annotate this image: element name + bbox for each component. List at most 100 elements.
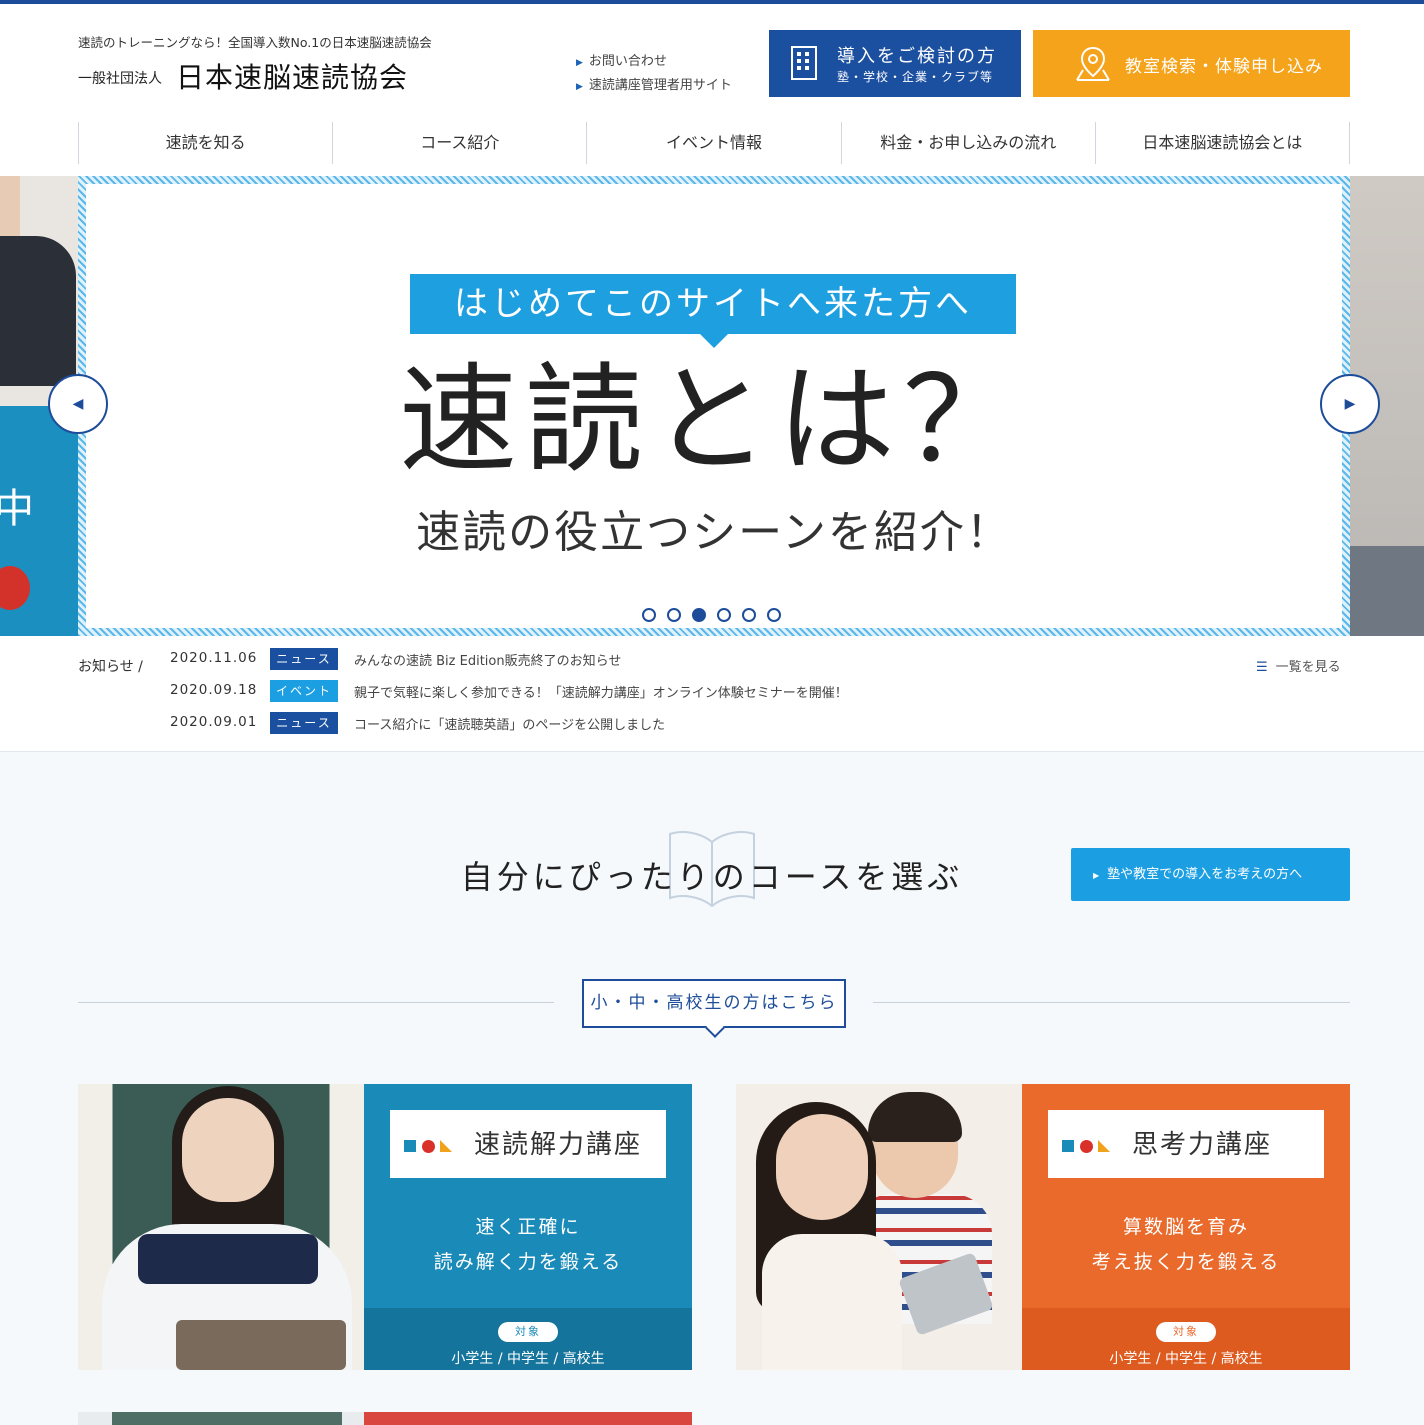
next-slide-chair — [1350, 546, 1424, 636]
student-photo — [78, 1084, 364, 1370]
course-desc-line: 読み解く力を鍛える — [433, 1251, 623, 1273]
slider-dot[interactable] — [642, 608, 656, 622]
hero-title: 速読とは？ — [398, 351, 1029, 489]
intro-button-subtitle: 塾・学校・企業・クラブ等 — [837, 70, 994, 84]
course-name-label: 速読解力講座 — [390, 1110, 666, 1178]
admin-site-link-label: 速読講座管理者用サイト — [588, 78, 732, 93]
nav-item-about-association[interactable]: 日本速脳速読協会とは — [1094, 122, 1351, 164]
site-tagline: 速読のトレーニングなら！全国導入数No.1の日本速脳速読協会 — [78, 35, 432, 50]
course-desc-line: 算数脳を育み — [1122, 1216, 1249, 1238]
news-date: 2020.09.18 — [170, 682, 258, 698]
course-target: 小学生 / 中学生 / 高校生 — [1109, 1351, 1263, 1367]
children-photo — [736, 1084, 1022, 1370]
news-category-badge: イベント — [270, 680, 338, 702]
divider-line — [873, 1002, 1350, 1003]
course-card-reading[interactable]: 速読解力講座 速く正確に 読み解く力を鍛える 対象 小学生 / 中学生 / 高校… — [78, 1084, 692, 1370]
slider-dot[interactable] — [742, 608, 756, 622]
course-target: 小学生 / 中学生 / 高校生 — [451, 1351, 605, 1367]
classroom-search-label: 教室検索・体験申し込み — [1125, 57, 1323, 77]
school-introduction-button[interactable]: ▶ 塾や教室での導入をお考えの方へ — [1071, 848, 1350, 901]
triangle-right-icon: ▶ — [576, 58, 583, 68]
arrow-left-icon: ◀ — [72, 396, 84, 412]
hero-slide-inner: はじめてこのサイトへ来た方へ 速読とは？ 速読の役立つシーンを紹介！ — [86, 184, 1342, 628]
site-header: 速読のトレーニングなら！全国導入数No.1の日本速脳速読協会 一般社団法人 日本… — [0, 4, 1424, 176]
nav-item-pricing[interactable]: 料金・お申し込みの流れ — [840, 122, 1095, 164]
triangle-right-icon: ▶ — [1093, 871, 1100, 880]
classroom-search-button[interactable]: 教室検索・体験申し込み — [1033, 30, 1350, 97]
circle-mark — [1080, 1140, 1093, 1153]
map-pin-icon — [1076, 46, 1110, 81]
slider-next-button[interactable]: ▶ — [1320, 374, 1380, 434]
school-introduction-label: 塾や教室での導入をお考えの方へ — [1107, 867, 1303, 882]
photo-girl-face — [776, 1114, 868, 1220]
course-target-area: 対象 小学生 / 中学生 / 高校生 — [364, 1308, 692, 1370]
list-icon: ☰ — [1256, 660, 1268, 675]
admin-site-link[interactable]: ▶ 速読講座管理者用サイト — [576, 74, 732, 98]
prev-slide-suit — [0, 236, 76, 386]
slider-dot-active[interactable] — [692, 608, 706, 622]
nav-item-events[interactable]: イベント情報 — [586, 122, 840, 164]
contact-link[interactable]: ▶ お問い合わせ — [576, 50, 732, 74]
prev-slide-kanji: 中 — [0, 486, 34, 532]
news-view-all-label: 一覧を見る — [1275, 660, 1341, 675]
course-description: 速く正確に 読み解く力を鍛える — [364, 1210, 692, 1280]
course-card-info: 速読解力講座 速く正確に 読み解く力を鍛える 対象 小学生 / 中学生 / 高校… — [364, 1084, 692, 1370]
course-description: 算数脳を育み 考え抜く力を鍛える — [1022, 1210, 1350, 1280]
course-card-info: 思考力講座 算数脳を育み 考え抜く力を鍛える 対象 小学生 / 中学生 / 高校… — [1022, 1084, 1350, 1370]
news-title[interactable]: コース紹介に「速読聴英語」のページを公開しました — [354, 714, 665, 733]
target-label-pill: 対象 — [1156, 1322, 1216, 1342]
news-date: 2020.09.01 — [170, 714, 258, 730]
triangle-right-icon: ▶ — [576, 82, 583, 92]
logo-org-type[interactable]: 一般社団法人 — [78, 68, 162, 88]
course-desc-line: 考え抜く力を鍛える — [1091, 1251, 1281, 1273]
photo-collar — [138, 1234, 318, 1284]
student-target-heading: 小・中・高校生の方はこちら — [582, 979, 846, 1028]
intro-button-title: 導入をご検討の方 — [837, 46, 997, 67]
photo-girl-shirt — [762, 1234, 902, 1370]
next-card-photo-peek-inner — [112, 1412, 342, 1425]
photo-boy-hair — [868, 1092, 962, 1142]
target-label-pill: 対象 — [498, 1322, 558, 1342]
slider-pagination — [642, 608, 781, 622]
news-label: お知らせ / — [78, 659, 143, 675]
hero-subtitle: 速読の役立つシーンを紹介！ — [416, 507, 1012, 558]
arrow-right-icon: ▶ — [1344, 396, 1356, 412]
photo-face — [182, 1098, 274, 1202]
news-category-badge: ニュース — [270, 648, 338, 670]
contact-link-label: お問い合わせ — [588, 54, 667, 69]
photo-tablet — [176, 1320, 346, 1370]
news-view-all-link[interactable]: ☰ 一覧を見る — [1256, 656, 1341, 675]
hero-slider: 中 はじめてこのサイトへ来た方へ 速読とは？ 速読の役立つシーンを紹介！ ◀ ▶ — [0, 176, 1424, 636]
intro-consideration-button[interactable]: 導入をご検討の方 塾・学校・企業・クラブ等 — [769, 30, 1021, 97]
course-card-thinking[interactable]: 思考力講座 算数脳を育み 考え抜く力を鍛える 対象 小学生 / 中学生 / 高校… — [736, 1084, 1350, 1370]
course-desc-line: 速く正確に — [475, 1216, 581, 1238]
divider-line — [78, 1002, 554, 1003]
course-name: 思考力講座 — [1132, 1130, 1273, 1160]
square-mark — [404, 1140, 416, 1152]
slider-dot[interactable] — [767, 608, 781, 622]
building-icon — [791, 46, 817, 80]
slider-prev-button[interactable]: ◀ — [48, 374, 108, 434]
nav-item-about-speedreading[interactable]: 速読を知る — [78, 122, 332, 164]
news-section: お知らせ / 2020.11.06 ニュース みんなの速読 Biz Editio… — [0, 636, 1424, 752]
news-title[interactable]: みんなの速読 Biz Edition販売終了のお知らせ — [354, 650, 621, 669]
course-name-label: 思考力講座 — [1048, 1110, 1324, 1178]
logo-org-name[interactable]: 日本速脳速読協会 — [176, 56, 408, 96]
square-mark — [1062, 1140, 1074, 1152]
slider-dot[interactable] — [667, 608, 681, 622]
hero-slide[interactable]: はじめてこのサイトへ来た方へ 速読とは？ 速読の役立つシーンを紹介！ — [78, 176, 1350, 636]
global-nav: 速読を知る コース紹介 イベント情報 料金・お申し込みの流れ 日本速脳速読協会と… — [78, 122, 1351, 164]
news-date: 2020.11.06 — [170, 650, 258, 666]
header-sublinks: ▶ お問い合わせ ▶ 速読講座管理者用サイト — [576, 50, 732, 98]
triangle-mark — [440, 1140, 452, 1152]
nav-item-courses[interactable]: コース紹介 — [332, 122, 586, 164]
course-target-area: 対象 小学生 / 中学生 / 高校生 — [1022, 1308, 1350, 1370]
next-card-info-peek — [364, 1412, 692, 1425]
news-title[interactable]: 親子で気軽に楽しく参加できる！「速読解力講座」オンライン体験セミナーを開催！ — [354, 682, 848, 701]
triangle-mark — [1098, 1140, 1110, 1152]
hero-badge: はじめてこのサイトへ来た方へ — [410, 274, 1016, 348]
circle-mark — [422, 1140, 435, 1153]
slider-dot[interactable] — [717, 608, 731, 622]
news-category-badge: ニュース — [270, 712, 338, 734]
course-name: 速読解力講座 — [474, 1130, 643, 1160]
